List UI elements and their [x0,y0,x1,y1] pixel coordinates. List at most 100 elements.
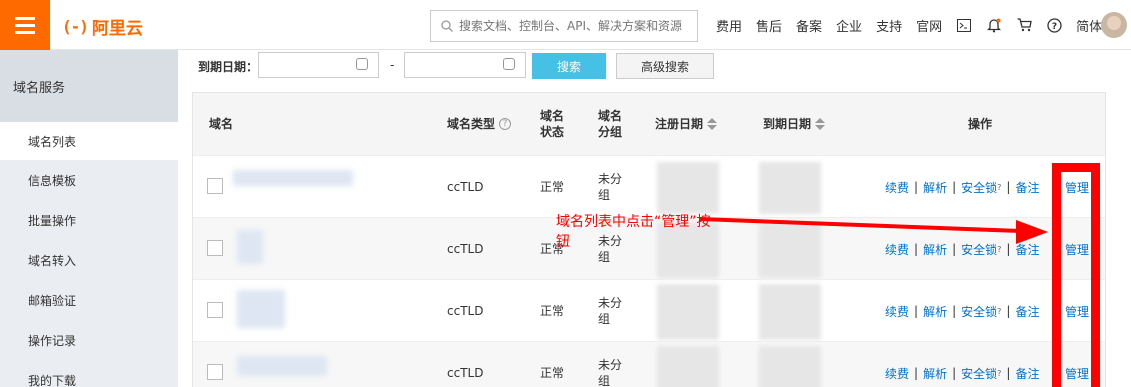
security-lock-link[interactable]: 安全锁 [961,241,997,258]
row-checkbox[interactable] [207,240,223,256]
avatar[interactable] [1101,12,1127,38]
domain-name-redacted[interactable] [237,230,263,264]
col-reg-date[interactable]: 注册日期 [655,93,718,155]
cart-icon[interactable] [1016,17,1032,33]
remark-link[interactable]: 备注 [1015,365,1039,382]
search-button[interactable]: 搜索 [532,53,606,79]
search-input[interactable] [459,19,689,33]
remark-link[interactable]: 备注 [1015,241,1039,258]
exp-date-redacted [759,346,821,387]
exp-date-redacted [759,222,821,278]
domain-status: 正常 [540,304,565,318]
calendar-icon[interactable] [503,58,515,70]
renew-link[interactable]: 续费 [885,179,909,196]
svg-text:?: ? [1051,22,1056,32]
expiry-end-input[interactable] [404,52,526,78]
security-lock-link[interactable]: 安全锁 [961,365,997,382]
reg-date-redacted [657,284,719,340]
sidebar-item-op-log[interactable]: 操作记录 [0,320,178,360]
help-icon: ? [997,182,1002,192]
terminal-icon[interactable] [956,17,972,33]
col-status: 域名状态 [540,109,565,139]
sort-icon[interactable] [815,118,826,130]
sidebar-item-downloads[interactable]: 我的下载 [0,360,178,387]
resolve-link[interactable]: 解析 [923,365,947,382]
sidebar-item-domain-transfer[interactable]: 域名转入 [0,240,178,280]
top-nav: 费用 售后 备案 企业 支持 官网 ? 简体 [716,0,1102,50]
renew-link[interactable]: 续费 [885,241,909,258]
domain-type: ccTLD [447,366,484,380]
exp-date-redacted [759,284,821,340]
col-domain: 域名 [209,117,234,131]
sidebar-title: 域名服务 [0,50,178,122]
nav-official-site[interactable]: 官网 [916,16,942,35]
renew-link[interactable]: 续费 [885,303,909,320]
reg-date-redacted [657,162,719,214]
row-ops: 续费 | 解析 | 安全锁? | 备注 [885,179,1040,196]
reg-date-redacted [657,346,719,387]
renew-link[interactable]: 续费 [885,365,909,382]
sidebar-item-info-template[interactable]: 信息模板 [0,160,178,200]
table-row: ccTLD 正常 未分组 续费 | 解析 | 安全锁? | 备注 管理 [193,341,1105,387]
nav-enterprise[interactable]: 企业 [836,16,862,35]
remark-link[interactable]: 备注 [1015,303,1039,320]
resolve-link[interactable]: 解析 [923,241,947,258]
expiry-start-input[interactable] [258,52,379,78]
search-box[interactable] [430,10,698,42]
remark-link[interactable]: 备注 [1015,179,1039,196]
filter-row: 到期日期： [198,53,258,79]
sidebar-item-domain-list[interactable]: 域名列表 [0,122,178,160]
logo-text: 阿里云 [91,18,143,39]
annotation-highlight-box [1052,163,1100,387]
col-ops: 操作 [968,117,993,131]
exp-date-redacted [759,162,821,214]
row-ops: 续费 | 解析 | 安全锁? | 备注 [885,365,1040,382]
logo-mark: (-) [62,16,89,36]
security-lock-link[interactable]: 安全锁 [961,303,997,320]
top-bar: (-) 阿里云 费用 售后 备案 企业 支持 官网 ? 简体 [0,0,1131,50]
help-icon: ? [997,368,1002,378]
table-row: ccTLD 正常 未分组 续费 | 解析 | 安全锁? | 备注 管理 [193,155,1105,217]
domain-type: ccTLD [447,242,484,256]
annotation-text: 域名列表中点击“管理”按钮 [556,214,711,250]
help-icon[interactable]: ? [499,118,512,130]
domain-status: 正常 [540,180,565,194]
bell-icon[interactable] [986,17,1002,33]
nav-after-sales[interactable]: 售后 [756,16,782,35]
row-checkbox[interactable] [207,364,223,380]
col-type-label: 域名类型 [447,117,496,131]
domain-status: 正常 [540,366,565,380]
help-icon[interactable]: ? [1046,17,1062,33]
nav-icp[interactable]: 备案 [796,16,822,35]
domain-name-redacted[interactable] [237,290,285,328]
col-reg-date-label: 注册日期 [655,117,704,131]
domain-name-redacted[interactable] [233,170,353,186]
resolve-link[interactable]: 解析 [923,303,947,320]
table-row: ccTLD 正常 未分组 续费 | 解析 | 安全锁? | 备注 管理 [193,279,1105,341]
help-icon: ? [997,244,1002,254]
row-checkbox[interactable] [207,302,223,318]
help-icon: ? [997,306,1002,316]
sidebar: 域名服务 域名列表 信息模板 批量操作 域名转入 邮箱验证 操作记录 我的下载 [0,50,178,387]
table-header: 域名 域名类型? 域名状态 域名分组 注册日期 到期日期 操作 [193,93,1105,155]
nav-support[interactable]: 支持 [876,16,902,35]
row-checkbox[interactable] [207,178,223,194]
advanced-search-button[interactable]: 高级搜索 [616,53,714,79]
domain-name-redacted[interactable] [237,356,327,376]
hamburger-menu-button[interactable] [0,0,50,50]
resolve-link[interactable]: 解析 [923,179,947,196]
domain-type: ccTLD [447,304,484,318]
sort-icon[interactable] [707,118,718,130]
aliyun-logo[interactable]: (-) 阿里云 [62,13,143,39]
nav-billing[interactable]: 费用 [716,16,742,35]
domain-group: 未分组 [598,296,623,326]
col-exp-date[interactable]: 到期日期 [763,93,826,155]
language-switch[interactable]: 简体 [1076,16,1102,35]
col-type: 域名类型? [447,93,512,155]
col-exp-date-label: 到期日期 [763,117,812,131]
security-lock-link[interactable]: 安全锁 [961,179,997,196]
sidebar-item-email-verify[interactable]: 邮箱验证 [0,280,178,320]
calendar-icon[interactable] [356,58,368,70]
sidebar-item-batch-ops[interactable]: 批量操作 [0,200,178,240]
domain-group: 未分组 [598,172,623,202]
